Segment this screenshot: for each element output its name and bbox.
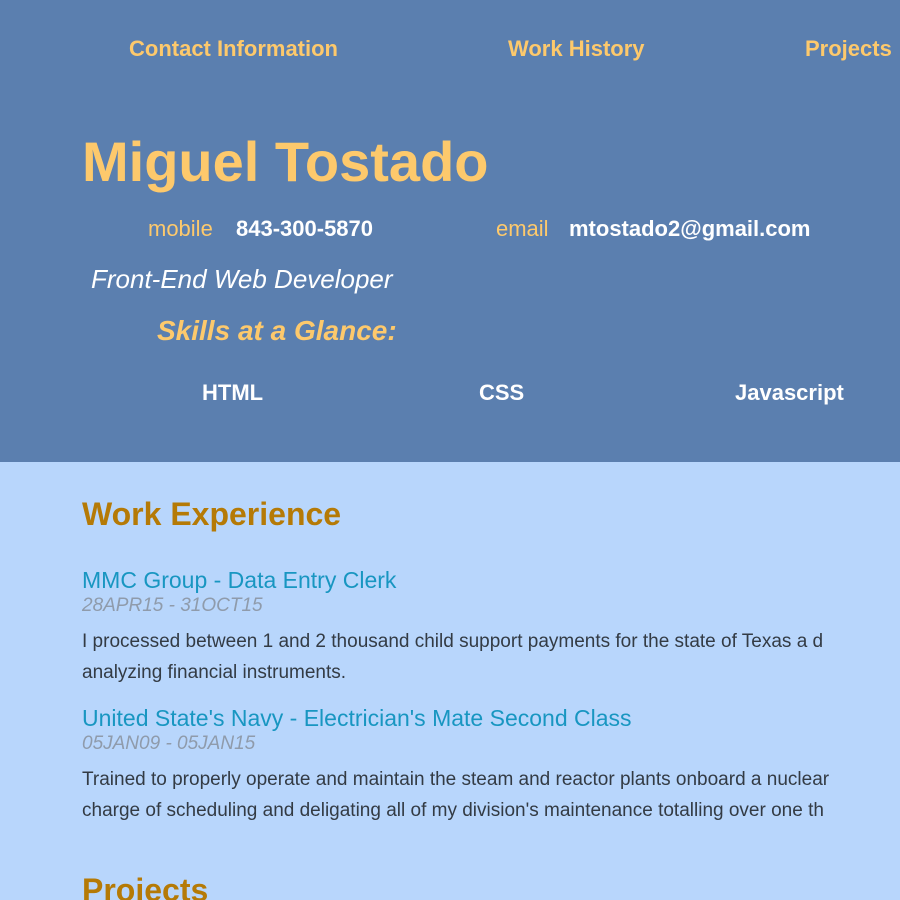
job-description-navy: Trained to properly operate and maintain… (82, 764, 829, 826)
job-role: Front-End Web Developer (91, 264, 393, 294)
job-title-mmc-group: MMC Group - Data Entry Clerk (82, 567, 397, 593)
nav-contact-information-link[interactable]: Contact Information (129, 36, 338, 62)
skill-html: HTML (202, 380, 264, 405)
skill-css: CSS (479, 380, 525, 405)
mobile-number: 843-300-5870 (236, 216, 374, 241)
page-title-name: Miguel Tostado (82, 130, 489, 193)
job-description-line: charge of scheduling and deligating all … (82, 800, 824, 821)
work-experience-heading: Work Experience (82, 496, 342, 532)
email-label: email (496, 216, 549, 241)
job-title-navy: United State's Navy - Electrician's Mate… (82, 705, 632, 731)
skills-heading: Skills at a Glance: (157, 315, 397, 346)
header-section: Contact Information Work History Project… (0, 0, 900, 462)
skill-javascript: Javascript (735, 380, 844, 405)
job-dates-mmc-group: 28APR15 - 31OCT15 (82, 595, 263, 616)
job-description-line: Trained to properly operate and maintain… (82, 769, 830, 790)
job-description-line: I processed between 1 and 2 thousand chi… (82, 631, 824, 652)
job-dates-navy: 05JAN09 - 05JAN15 (82, 733, 256, 754)
job-description-line: analyzing financial instruments. (82, 662, 347, 683)
email-address: mtostado2@gmail.com (569, 216, 811, 241)
job-description-mmc-group: I processed between 1 and 2 thousand chi… (82, 626, 823, 688)
nav-work-history-link[interactable]: Work History (508, 36, 645, 62)
projects-heading: Projects (82, 872, 209, 900)
nav-projects-link[interactable]: Projects (805, 36, 892, 62)
mobile-label: mobile (148, 216, 213, 241)
